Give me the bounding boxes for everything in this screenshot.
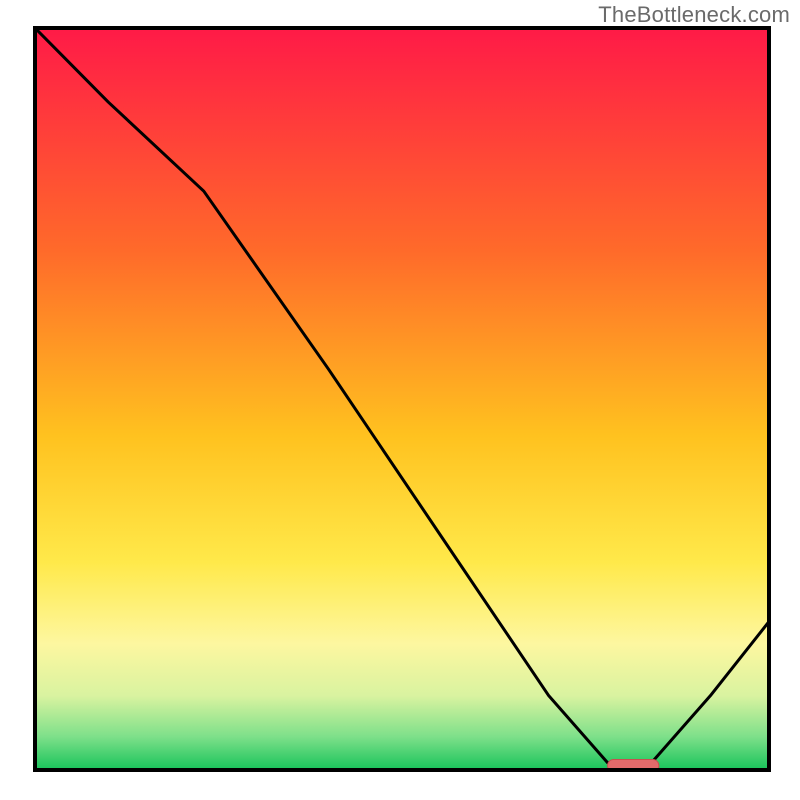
watermark-text: TheBottleneck.com	[598, 2, 790, 28]
plot-background-gradient	[35, 28, 769, 770]
bottleneck-chart	[0, 0, 800, 800]
chart-stage: TheBottleneck.com	[0, 0, 800, 800]
